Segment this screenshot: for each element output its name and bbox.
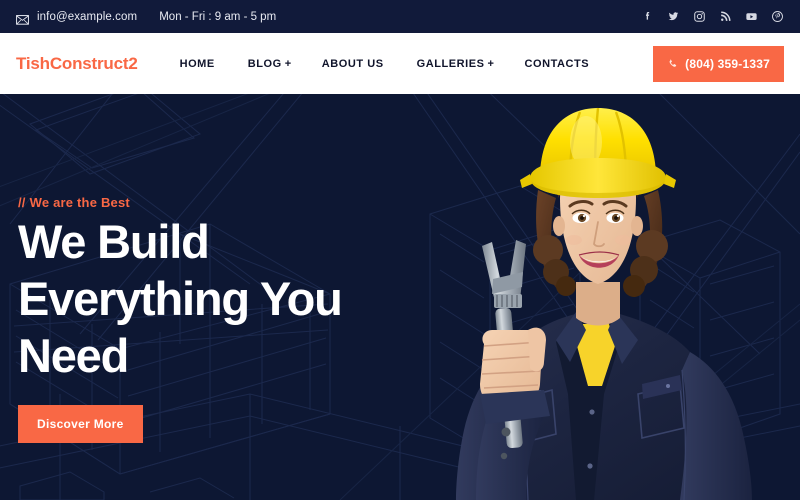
phone-icon: [667, 58, 679, 70]
hero-section: //We are the Best We Build Everything Yo…: [0, 94, 800, 500]
nav-item-contacts-label: CONTACTS: [524, 57, 590, 70]
landing-page: info@example.com Mon - Fri : 9 am - 5 pm: [0, 0, 800, 500]
twitter-icon[interactable]: [667, 10, 680, 23]
hair-curl-6: [623, 275, 645, 297]
top-bar: info@example.com Mon - Fri : 9 am - 5 pm: [0, 0, 800, 33]
nav-item-galleries[interactable]: GALLERIES +: [417, 58, 495, 70]
wrench-handle-hole: [501, 427, 511, 437]
hero-content: //We are the Best We Build Everything Yo…: [18, 94, 488, 500]
coverall-right-arm: [680, 352, 752, 500]
social-links: [641, 10, 784, 23]
button-2: [587, 463, 593, 469]
thumb: [528, 327, 546, 372]
email-contact[interactable]: info@example.com: [16, 10, 138, 25]
nav-item-blog[interactable]: BLOG +: [248, 58, 292, 70]
instagram-icon[interactable]: [693, 10, 706, 23]
site-logo[interactable]: TishConstruct2: [16, 54, 138, 74]
discover-more-button[interactable]: Discover More: [18, 405, 143, 443]
nav-item-galleries-label: GALLERIES: [416, 57, 485, 70]
envelope-icon: [16, 12, 29, 25]
eye-highlight-right: [616, 214, 620, 218]
nav-item-blog-label: BLOG: [247, 57, 282, 70]
phone-call-button[interactable]: (804) 359-1337: [653, 45, 784, 82]
nav-item-galleries-plus-icon: +: [487, 57, 495, 70]
wrench-handle-hole-2: [500, 452, 508, 460]
email-address: info@example.com: [37, 10, 138, 23]
rss-icon[interactable]: [719, 10, 732, 23]
pinterest-icon[interactable]: [771, 10, 784, 23]
nav-item-about-us[interactable]: ABOUT US: [322, 58, 387, 70]
nav-item-contacts[interactable]: CONTACTS: [524, 58, 592, 70]
neck: [576, 282, 620, 326]
discover-more-label: Discover More: [37, 417, 124, 431]
hero-headline: We Build Everything You Need: [18, 215, 343, 382]
ear-right: [631, 216, 643, 236]
hat-lug-right: [664, 174, 676, 188]
nav-item-blog-plus-icon: +: [284, 57, 292, 70]
hero-eyebrow-slashes: //: [18, 195, 26, 210]
cheek-right: [615, 235, 631, 245]
top-bar-left: info@example.com Mon - Fri : 9 am - 5 pm: [16, 10, 277, 25]
ear-left: [553, 216, 565, 236]
hat-lug-left: [520, 174, 532, 188]
cheek-left: [566, 235, 582, 245]
nav-menu: HOME BLOG + ABOUT US GALLERIES + CONTACTS: [180, 58, 593, 70]
hair-curl-5: [556, 276, 576, 296]
nav-item-about-us-label: ABOUT US: [321, 57, 384, 70]
youtube-icon[interactable]: [745, 10, 758, 23]
phone-number: (804) 359-1337: [685, 56, 770, 71]
nav-item-home-label: HOME: [179, 57, 215, 70]
hero-eyebrow: //We are the Best: [18, 195, 130, 210]
eye-highlight-left: [582, 214, 586, 218]
main-navigation-bar: TishConstruct2 HOME BLOG + ABOUT US GALLE…: [0, 33, 800, 94]
pocket-stud-right: [666, 384, 670, 388]
working-hours: Mon - Fri : 9 am - 5 pm: [159, 10, 277, 23]
nav-item-home[interactable]: HOME: [180, 58, 218, 70]
facebook-icon[interactable]: [641, 10, 654, 23]
hero-eyebrow-label: We are the Best: [29, 195, 130, 210]
